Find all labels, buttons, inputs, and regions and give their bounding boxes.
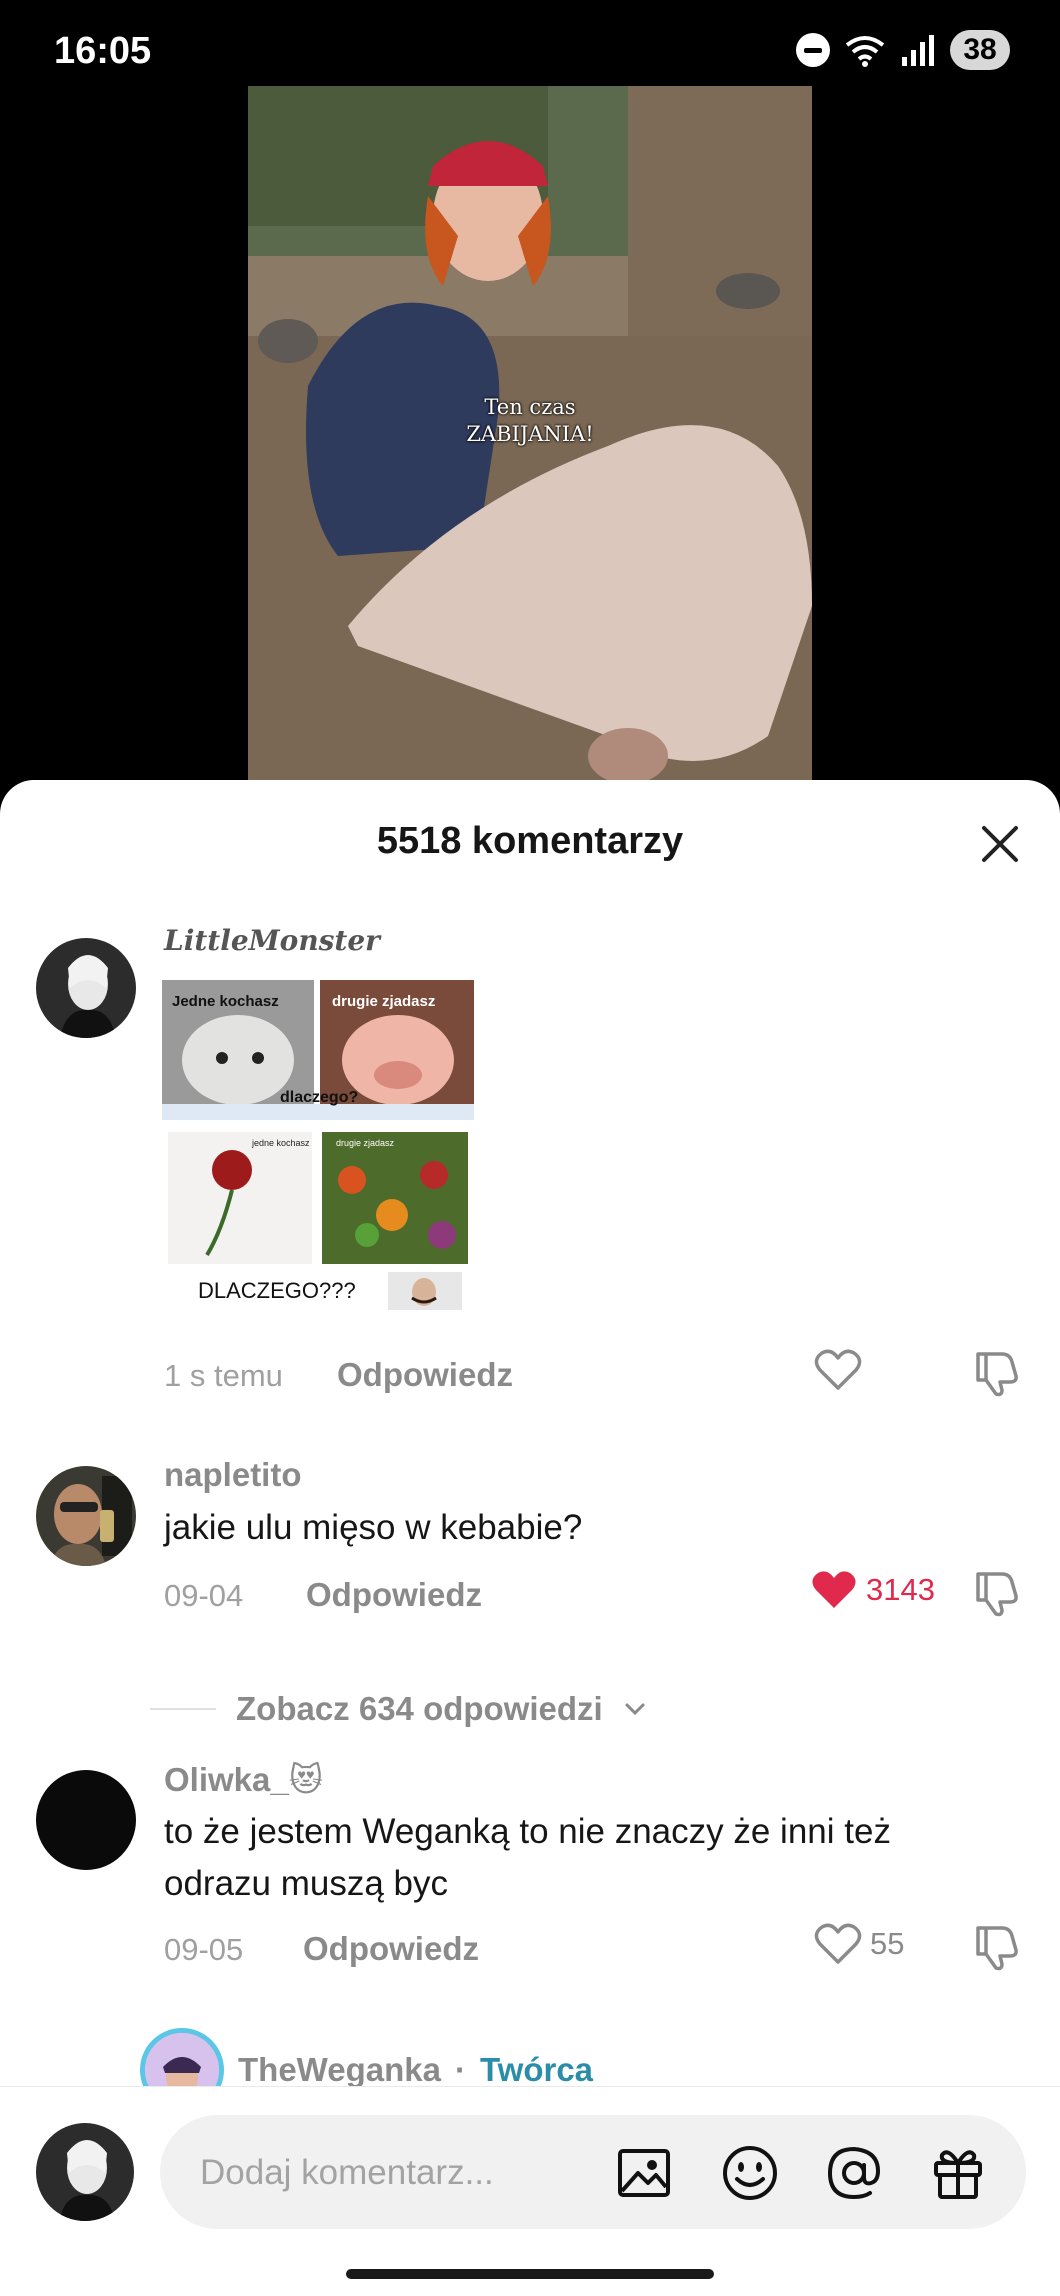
close-icon[interactable] (978, 822, 1022, 866)
meme-sticker-image[interactable]: Jedne kochasz drugie zjadasz dlaczego? j… (162, 980, 474, 1310)
video-caption: Ten czas ZABIJANIA! (248, 394, 812, 448)
avatar[interactable] (36, 938, 136, 1038)
status-icons: 38 (796, 30, 1010, 70)
comment-timestamp: 09-05 (164, 1932, 244, 1967)
like-button[interactable]: 3143 (810, 1568, 935, 1612)
like-count: 3143 (866, 1572, 935, 1607)
like-button[interactable]: 55 (814, 1922, 904, 1966)
heart-filled-icon (812, 1571, 856, 1608)
wifi-icon (845, 36, 885, 67)
comment-timestamp: 09-04 (164, 1578, 244, 1613)
signal-icon (902, 35, 934, 66)
comment-username[interactable]: napletito (164, 1456, 302, 1494)
mention-icon[interactable] (824, 2143, 884, 2203)
gift-icon[interactable] (928, 2143, 988, 2203)
video-caption-line-2: ZABIJANIA! (466, 422, 594, 446)
comments-sheet: 5518 komentarzy LittleMonster Jedne koch… (0, 780, 1060, 2296)
reply-button[interactable]: Odpowiedz (337, 1356, 513, 1394)
sticker-text-4: jedne kochasz (251, 1138, 310, 1148)
dislike-icon[interactable] (972, 1920, 1024, 1972)
sticker-text-3: dlaczego? (280, 1089, 358, 1106)
home-indicator (346, 2269, 714, 2279)
heart-icon (814, 1349, 862, 1390)
sticker-text-1: Jedne kochasz (172, 993, 279, 1010)
comment-text: to że jestem Weganką to nie znaczy że in… (164, 1812, 891, 1903)
chevron-down-icon (625, 1703, 645, 1716)
emoji-icon[interactable] (720, 2143, 780, 2203)
reply-button[interactable]: Odpowiedz (303, 1930, 479, 1968)
image-icon[interactable] (614, 2143, 674, 2203)
creator-badge: Twórca (479, 2051, 594, 2088)
avatar[interactable] (36, 1770, 136, 1870)
separator-dot: · (454, 2051, 466, 2088)
status-time: 16:05 (54, 30, 152, 72)
like-button[interactable] (814, 1348, 862, 1392)
view-replies-button[interactable]: Zobacz 634 odpowiedzi (150, 1690, 647, 1728)
like-count: 55 (870, 1926, 905, 1961)
comment-input[interactable]: Dodaj komentarz... (160, 2115, 1026, 2229)
battery-indicator: 38 (950, 30, 1010, 70)
reply-button[interactable]: Odpowiedz (306, 1576, 482, 1614)
dislike-icon[interactable] (972, 1346, 1024, 1398)
creator-username[interactable]: TheWeganka (238, 2051, 441, 2089)
video-caption-line-1: Ten czas (484, 395, 576, 419)
comments-count-title: 5518 komentarzy (376, 820, 684, 862)
sticker-text-5: drugie zjadasz (336, 1138, 395, 1148)
sticker-text-2: drugie zjadasz (332, 993, 435, 1010)
my-avatar[interactable] (36, 2123, 134, 2221)
avatar[interactable] (36, 1466, 136, 1566)
heart-icon (814, 1923, 862, 1964)
comment-text: jakie ulu mięso w kebabie? (164, 1508, 583, 1547)
comment-input-bar: Dodaj komentarz... (0, 2086, 1060, 2296)
comment-timestamp: 1 s temu (164, 1358, 283, 1393)
view-replies-label: Zobacz 634 odpowiedzi (236, 1690, 603, 1727)
comment-username[interactable]: LittleMonster (164, 924, 380, 957)
video-player[interactable]: Ten czas ZABIJANIA! (248, 86, 812, 786)
dislike-icon[interactable] (972, 1566, 1024, 1618)
divider (150, 1708, 216, 1710)
comment-username[interactable]: Oliwka_😻 (164, 1760, 323, 1799)
sticker-text-6: DLACZEGO??? (198, 1278, 356, 1303)
do-not-disturb-icon (796, 33, 830, 67)
comment-input-placeholder: Dodaj komentarz... (200, 2153, 494, 2192)
